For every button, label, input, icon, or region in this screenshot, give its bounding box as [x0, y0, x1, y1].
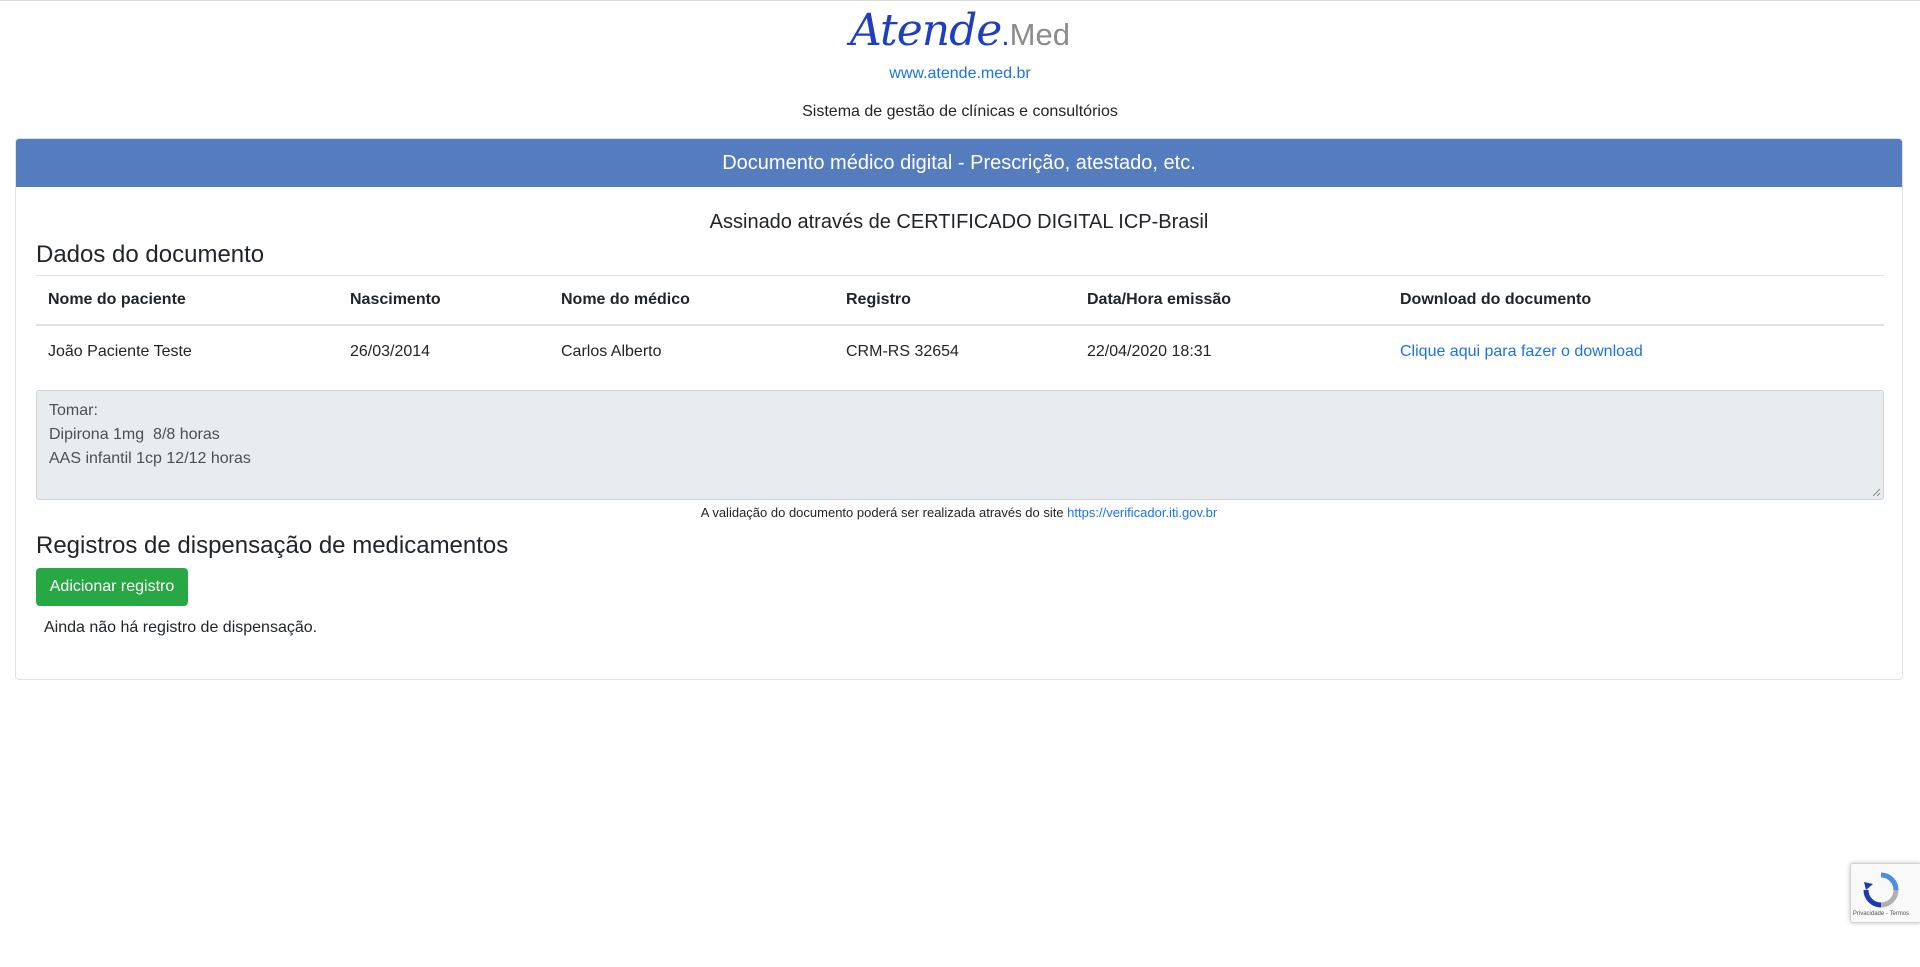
resize-handle-icon[interactable] [1871, 487, 1881, 497]
column-header: Nome do médico [549, 276, 834, 326]
validation-text: A validação do documento poderá ser real… [700, 505, 1068, 520]
logo-dot: . [1001, 19, 1010, 52]
doctor-name-cell: Carlos Alberto [561, 342, 662, 360]
column-header: Download do documento [1388, 276, 1884, 326]
dispensing-heading: Registros de dispensação de medicamentos [36, 532, 509, 559]
patient-name-cell: João Paciente Teste [48, 342, 192, 360]
birth-date-cell: 26/03/2014 [350, 342, 431, 360]
recaptcha-icon [1863, 872, 1899, 908]
column-header: Nome do paciente [36, 276, 338, 326]
document-data-heading: Dados do documento [36, 241, 265, 268]
logo-med-text: Med [1009, 17, 1070, 52]
digital-signature-notice: Assinado através de CERTIFICADO DIGITAL … [709, 211, 1209, 233]
website-link[interactable]: www.atende.med.br [0, 63, 1920, 85]
logo-script-text: Atende [850, 5, 1002, 56]
table-row: João Paciente Teste 26/03/2014 Carlos Al… [36, 325, 1884, 377]
column-header: Data/Hora emissão [1075, 276, 1388, 326]
prescription-line: AAS infantil 1cp 12/12 horas [49, 450, 251, 467]
prescription-line: Dipirona 1mg 8/8 horas [49, 426, 220, 443]
column-header: Nascimento [338, 276, 549, 326]
table-header-row: Nome do paciente Nascimento Nome do médi… [36, 276, 1884, 326]
validation-note: A validação do documento poderá ser real… [16, 504, 1902, 522]
verifier-link[interactable]: https://verificador.iti.gov.br [1067, 505, 1217, 520]
card-header-title: Documento médico digital - Prescrição, a… [16, 139, 1902, 187]
empty-dispensing-message: Ainda não há registro de dispensação. [44, 619, 318, 636]
download-cell: Clique aqui para fazer o download [1388, 325, 1884, 377]
issued-datetime-cell: 22/04/2020 18:31 [1087, 342, 1212, 360]
download-document-link[interactable]: Clique aqui para fazer o download [1400, 343, 1643, 360]
add-record-button[interactable]: Adicionar registro [36, 568, 188, 606]
system-tagline: Sistema de gestão de clínicas e consultó… [802, 103, 1118, 120]
atende-med-logo: Atende.Med [0, 6, 1920, 56]
recaptcha-legal-text: Privacidade - Termos [1852, 911, 1910, 917]
prescription-textarea[interactable]: Tomar: Dipirona 1mg 8/8 horas AAS infant… [36, 390, 1884, 500]
prescription-line: Tomar: [49, 402, 98, 419]
column-header: Registro [834, 276, 1075, 326]
document-card: Documento médico digital - Prescrição, a… [15, 138, 1903, 680]
registry-cell: CRM-RS 32654 [846, 342, 959, 360]
document-table: Nome do paciente Nascimento Nome do médi… [36, 276, 1884, 377]
recaptcha-badge[interactable]: Privacidade - Termos [1850, 863, 1920, 923]
top-divider [0, 0, 1920, 1]
